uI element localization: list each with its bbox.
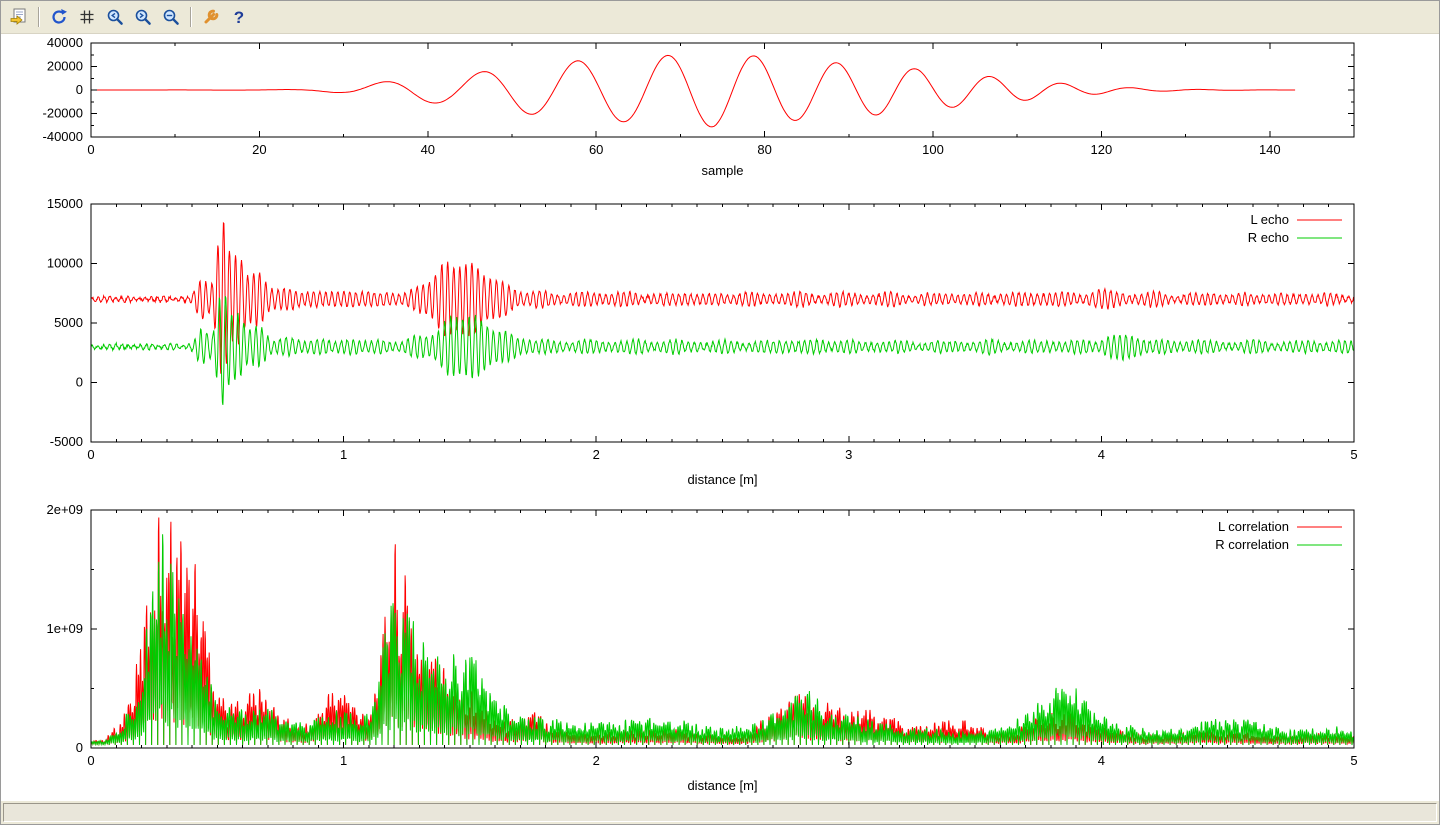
svg-text:0: 0 (76, 375, 83, 390)
svg-text:20000: 20000 (47, 59, 83, 74)
svg-text:5: 5 (1350, 753, 1357, 768)
toggle-grid-button[interactable] (74, 4, 100, 30)
svg-text:40: 40 (421, 142, 435, 157)
plot-area: 020406080100120140-40000-200000200004000… (1, 34, 1439, 801)
replot-button[interactable] (46, 4, 72, 30)
svg-text:0: 0 (87, 753, 94, 768)
svg-text:4: 4 (1098, 753, 1105, 768)
signal-plot[interactable]: 0 20 40 60 80 100 120 140 -40000 -20000 0 20000 4000… (1, 34, 1439, 190)
svg-text:1: 1 (340, 447, 347, 462)
svg-text:2: 2 (593, 753, 600, 768)
svg-text:-5000: -5000 (50, 434, 83, 449)
toolbar: ? (1, 1, 1439, 34)
copy-clipboard-icon (9, 7, 29, 27)
help-icon: ? (234, 9, 244, 26)
status-bar (1, 801, 1439, 824)
svg-text:15000: 15000 (47, 196, 83, 211)
replot-icon (49, 7, 69, 27)
zoom-next-icon (133, 7, 153, 27)
svg-text:40000: 40000 (47, 35, 83, 50)
svg-text:5: 5 (1350, 447, 1357, 462)
svg-text:R echo: R echo (1248, 230, 1289, 245)
svg-text:120: 120 (1091, 142, 1113, 157)
echo-plot[interactable]: 0 1 2 3 4 5 -5000 0 5000 10000 15000 distance [m] L … (1, 190, 1439, 498)
svg-text:5000: 5000 (54, 315, 83, 330)
svg-text:distance [m]: distance [m] (687, 778, 757, 793)
svg-text:3: 3 (845, 753, 852, 768)
svg-text:R correlation: R correlation (1215, 537, 1289, 552)
svg-text:1e+09: 1e+09 (46, 621, 83, 636)
svg-text:1: 1 (340, 753, 347, 768)
svg-text:-20000: -20000 (43, 106, 83, 121)
svg-text:140: 140 (1259, 142, 1281, 157)
svg-text:60: 60 (589, 142, 603, 157)
svg-text:4: 4 (1098, 447, 1105, 462)
svg-text:sample: sample (702, 163, 744, 178)
svg-text:distance [m]: distance [m] (687, 472, 757, 487)
svg-text:100: 100 (922, 142, 944, 157)
grid-icon (77, 7, 97, 27)
zoom-previous-icon (105, 7, 125, 27)
gnuplot-window: ? 020406080100120140-40000-2000002000040… (0, 0, 1440, 825)
svg-text:3: 3 (845, 447, 852, 462)
copy-to-clipboard-button[interactable] (6, 4, 32, 30)
zoom-next-button[interactable] (130, 4, 156, 30)
autoscale-icon (161, 7, 181, 27)
svg-text:0: 0 (87, 447, 94, 462)
svg-text:2: 2 (593, 447, 600, 462)
autoscale-button[interactable] (158, 4, 184, 30)
svg-text:0: 0 (76, 82, 83, 97)
correlation-plot[interactable]: 0 1 2 3 4 5 0 1e+09 2e+09 distance [m] L correlati… (1, 498, 1439, 801)
status-text (3, 803, 1437, 822)
svg-text:10000: 10000 (47, 256, 83, 271)
zoom-previous-button[interactable] (102, 4, 128, 30)
svg-text:L echo: L echo (1250, 212, 1289, 227)
svg-text:0: 0 (76, 740, 83, 755)
help-button[interactable]: ? (226, 4, 252, 30)
svg-text:80: 80 (757, 142, 771, 157)
svg-text:20: 20 (252, 142, 266, 157)
toolbar-separator (190, 7, 192, 27)
svg-text:2e+09: 2e+09 (46, 502, 83, 517)
configure-button[interactable] (198, 4, 224, 30)
svg-text:L correlation: L correlation (1218, 519, 1289, 534)
svg-text:0: 0 (87, 142, 94, 157)
wrench-icon (201, 7, 221, 27)
svg-text:-40000: -40000 (43, 129, 83, 144)
toolbar-separator (38, 7, 40, 27)
